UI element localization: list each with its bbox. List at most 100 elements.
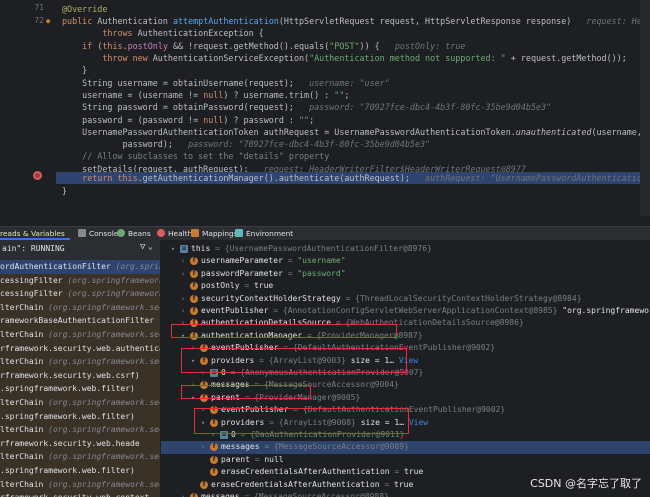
variable-row[interactable]: › f usernameParameter = "username" [161, 255, 650, 267]
debug-tab-bar: reads & Variables Console Beans Health Mappi… [0, 226, 650, 240]
variable-row[interactable]: › f eventPublisher = {AnnotationConfigServ… [161, 305, 650, 317]
frame-package: (org.springframework.secur [48, 398, 160, 407]
variable-text: eraseCredentialsAfterAuthentication = tr… [221, 466, 423, 478]
frame-method: ordAuthenticationFilter [0, 262, 111, 271]
code-line[interactable]: UsernamePasswordAuthenticationToken auth… [62, 126, 650, 138]
stack-frame[interactable]: lterChain (org.springframework.secur [0, 355, 160, 369]
override-method-icon[interactable]: ● [46, 17, 50, 25]
code-token: AuthenticationException { [137, 28, 264, 38]
code-line[interactable]: throws AuthenticationException { [62, 27, 264, 39]
stack-frame[interactable]: cessingFilter (org.springframework.secu [0, 287, 160, 301]
code-line[interactable]: username = (username != null) ? username… [62, 89, 349, 101]
code-line[interactable]: public Authentication attemptAuthenticat… [62, 15, 650, 27]
frame-package: (org.springframework.secur [48, 302, 160, 312]
mappings-icon [191, 229, 199, 237]
code-line[interactable]: if (this.postOnly && !request.getMethod(… [62, 40, 465, 52]
expand-chevron-closed-icon[interactable]: › [179, 293, 187, 305]
frame-method: lterChain [0, 398, 44, 407]
debug-tab-environment[interactable]: Environment [235, 227, 293, 240]
stack-frame[interactable]: .springframework.web.filter) [0, 382, 160, 396]
code-line[interactable]: password = (password != null) ? password… [62, 114, 314, 126]
variable-text: securityContextHolderStrategy = {ThreadL… [201, 293, 582, 305]
code-token: "" [334, 90, 345, 100]
debug-tab-console[interactable]: Console [78, 227, 118, 240]
variable-text: parent = null [221, 454, 284, 466]
stack-frame[interactable]: lterChain (org.springframework.secu [0, 328, 160, 342]
stack-frame[interactable]: rframework.security.web.heade [0, 436, 160, 451]
editor-scrollbar[interactable] [640, 0, 650, 216]
frame-method: lterChain [0, 479, 44, 489]
debug-tab-label: reads & Variables [0, 229, 65, 238]
stack-frame[interactable]: rameworkBaseAuthenticationFilter [0, 314, 160, 328]
stack-frame[interactable]: cessingFilter (org.springframework.secu [0, 273, 160, 288]
variable-token: = {MessageSourceAccessor@8988} [239, 492, 389, 497]
code-line[interactable]: // Allow subclasses to set the "details"… [62, 150, 329, 162]
code-line[interactable]: throw new AuthenticationServiceException… [62, 52, 626, 64]
debug-tab-beans[interactable]: Beans [117, 227, 151, 240]
variable-text: messages = {MessageSourceAccessor@9009} [221, 441, 409, 453]
variable-row[interactable]: › f securityContextHolderStrategy = {Threa… [161, 293, 650, 305]
code-token: postOnly [127, 41, 168, 51]
code-token: String username = obtainUsername(request… [62, 78, 310, 88]
variable-token: messages [201, 492, 240, 497]
stack-frame[interactable]: .springframework.web.filter) [0, 409, 160, 424]
debug-tab-health[interactable]: Health [157, 227, 192, 240]
debug-tab-mappings[interactable]: Mappings [191, 227, 238, 240]
thread-selector[interactable]: ain": RUNNING [0, 240, 142, 258]
breakpoint-icon[interactable] [33, 171, 42, 180]
expand-chevron-closed-icon[interactable]: › [179, 255, 187, 267]
stack-frame[interactable]: lterChain (org.springframework.secur [0, 423, 160, 437]
expand-chevron-closed-icon[interactable]: › [179, 268, 187, 280]
expand-chevron-closed-icon[interactable]: › [179, 491, 187, 497]
code-line[interactable]: String password = obtainPassword(request… [62, 101, 551, 113]
variable-token: = [282, 256, 298, 266]
expand-chevron-closed-icon[interactable]: › [179, 305, 187, 317]
stack-frame[interactable]: lterChain (org.springframework.secur [0, 477, 160, 492]
stack-frame[interactable]: lterChain (org.springframework.secur [0, 450, 160, 464]
stack-frame[interactable]: ordAuthenticationFilter (org.springfra [0, 260, 160, 274]
watermark: CSDN @名字忘了取了 [530, 477, 642, 490]
variable-row[interactable]: › f messages = {MessageSourceAccessor@8988… [161, 491, 650, 497]
variable-row[interactable]: f parent = null [161, 454, 650, 466]
code-token: AuthenticationServiceException( [152, 53, 310, 63]
code-line[interactable]: } [62, 64, 87, 76]
stack-frame[interactable]: rframework.security.web.context [0, 491, 160, 497]
highlight-box-authentication-manager [171, 324, 397, 338]
frame-method: .springframework.web.filter) [0, 466, 135, 475]
highlight-box-parent [181, 385, 311, 399]
variable-text: messages = {MessageSourceAccessor@8988} [201, 491, 389, 497]
variable-row[interactable]: f postOnly = true [161, 280, 650, 292]
code-line[interactable]: password); password: "70927fce-dbc4-4b3f… [62, 138, 431, 150]
variable-row[interactable]: › f passwordParameter = "password" [161, 268, 650, 280]
variable-token: "org.springframework.boot.web.servl [562, 306, 650, 315]
code-editor[interactable]: 71 72 ● @Override public Authentication a… [0, 0, 650, 216]
stack-frame[interactable]: lterChain (org.springframework.secur [0, 300, 160, 315]
editor-gutter[interactable]: 71 72 ● [0, 0, 56, 216]
code-line[interactable]: } [62, 185, 67, 197]
stack-frame[interactable]: rframework.security.web.csrf) [0, 368, 160, 383]
frame-method: cessingFilter [0, 289, 63, 299]
variable-row[interactable]: › f messages = {MessageSourceAccessor@9009… [161, 441, 650, 454]
chevron-down-icon[interactable]: ⌄ [148, 242, 153, 251]
code-line[interactable]: @Override [62, 3, 107, 15]
variable-token: eraseCredentialsAfterAuthentication [221, 467, 390, 477]
code-line[interactable]: String username = obtainUsername(request… [62, 77, 390, 89]
stack-frame[interactable]: rframework.security.web.authentication.l [0, 341, 160, 356]
code-token: this [102, 41, 123, 51]
stack-frame[interactable]: .springframework.web.filter) [0, 464, 160, 478]
view-link[interactable]: View [409, 418, 428, 427]
variable-token: = {MessageSourceAccessor@9009} [259, 442, 409, 452]
stack-frame[interactable]: lterChain (org.springframework.secur [0, 396, 160, 410]
code-token: unauthenticated [515, 127, 592, 137]
code-token: (HttpServletRequest request, HttpServlet… [278, 16, 587, 26]
expand-chevron-open-icon[interactable]: ▾ [169, 243, 177, 255]
code-token: ; [344, 90, 350, 100]
frame-package: (org.springframework.secur [48, 452, 160, 462]
current-execution-line[interactable]: return this.getAuthenticationManager().a… [56, 172, 650, 185]
variable-row[interactable]: ▾ ≡ this = {UsernamePasswordAuthentication… [161, 243, 650, 255]
variable-token: = [389, 467, 405, 477]
expand-chevron-closed-icon[interactable]: › [199, 441, 207, 453]
variable-text: this = {UsernamePasswordAuthenticationFi… [191, 243, 432, 255]
variable-token: messages [221, 442, 260, 452]
filter-icon[interactable]: ▽ [140, 242, 145, 252]
